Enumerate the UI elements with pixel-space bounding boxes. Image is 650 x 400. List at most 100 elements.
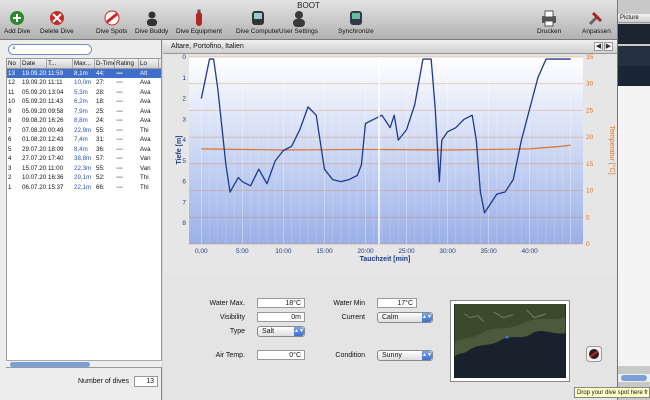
dive-equipment-icon [195,9,202,26]
horizontal-scrollbar[interactable] [6,360,162,367]
cell-date: 29.07.2010 [22,145,47,153]
type-select[interactable]: Salt ▲▼ [257,326,305,337]
water-min-label: Water Min [333,300,365,307]
column-header-no[interactable]: No [7,59,21,68]
depth-axis-label: Tiefe [m] [176,135,183,164]
delete-dive-button[interactable]: Delete Dive [40,9,74,35]
depth-tick-label: 8 [182,220,186,227]
air-temp-label: Air Temp. [215,352,245,359]
cell-date: 09.08.2010 [22,117,47,124]
user-settings-icon [292,11,305,27]
previous-dive-button[interactable]: ◀ [594,42,603,51]
water-max-field[interactable]: 18°C [257,298,305,308]
table-row[interactable]: 8 09.08.201016:26 8,8m 24: ▪▪▪▪▪ Ava [7,116,161,126]
dive-buddy-button[interactable]: Dive Buddy [135,9,168,35]
search-field[interactable]: ⌕ [8,44,92,55]
table-row[interactable]: 10 05.09.201011:43 6,2m 18: ▪▪▪▪▪ Ava [7,97,161,107]
current-select[interactable]: Calm ▲▼ [377,312,433,323]
cell-location: Ava [140,107,151,115]
column-header-rating[interactable]: Rating [115,59,139,68]
dive-spot-icon[interactable] [586,346,602,362]
temperature-tick-label: 25 [586,107,594,114]
thumbnail[interactable] [618,24,650,44]
cell-location: Ava [140,145,151,153]
customize-button[interactable]: Anpassen [582,9,611,35]
background-scrollbar[interactable] [618,374,650,382]
column-header-max-depth[interactable]: Max... [73,59,95,68]
cell-location: Ava [140,88,151,96]
dive-spot-map[interactable] [450,300,570,382]
table-row[interactable]: 2 10.07.201016:36 29,1m 52: ▪▪▪▪▪ Thi [7,173,161,183]
dive-computer-button[interactable]: Dive Computer [236,9,279,35]
scrollbar-thumb[interactable] [621,375,647,381]
cell-rating: ▪▪▪▪▪ [116,126,123,134]
table-row[interactable]: 11 05.09.201013:04 5,3m 28: ▪▪▪▪▪ Ava [7,88,161,98]
cell-time: 00:49 [48,126,64,134]
column-header-time[interactable]: T... [47,59,73,68]
condition-select[interactable]: Sunny ▲▼ [377,350,433,361]
table-row[interactable]: 5 29.07.201018:09 8,4m 36: ▪▪▪▪▪ Ava [7,145,161,155]
number-of-dives-label: Number of dives [78,378,129,385]
cell-max-depth: 29,1m [74,174,92,181]
type-value: Salt [262,328,275,335]
cell-dive-time: 18: [96,98,105,105]
cell-no: 2 [8,174,12,181]
table-row[interactable]: 4 27.07.201017:40 38,8m 57: ▪▪▪▪▪ Van [7,154,161,164]
main-window: BOOT Add Dive Delete Dive Dive Spots Div… [0,0,617,400]
type-label: Type [229,328,245,335]
synchronize-button[interactable]: Synchronize [338,9,374,35]
cell-location: Alt [140,69,148,77]
cell-location: Van [140,164,151,172]
thumbnail[interactable] [618,46,650,66]
cell-max-depth: 22,9m [74,126,92,134]
dive-profile-chart: 012345678 05101520253035 0,00 5:00 10:00 15… [163,54,617,274]
time-tick-label: 30:00 [439,248,456,255]
next-dive-button[interactable]: ▶ [604,42,613,51]
cell-location: Ava [140,79,151,86]
cell-dive-time: 57: [96,155,105,162]
time-tick-label: 25:00 [398,248,415,255]
location-panel: Water Max. 18°C Visibility 0m Type Salt ▲… [163,288,617,400]
depth-tick-label: 7 [182,199,186,206]
table-row[interactable]: 3 15.07.201011:00 22,3m 55: ▪▪▪▪▪ Van [7,164,161,174]
dive-buddy-icon [146,11,157,26]
table-row[interactable]: 7 07.08.201000:49 22,9m 55: ▪▪▪▪▪ Thi [7,126,161,136]
visibility-field[interactable]: 0m [257,312,305,322]
cell-max-depth: 38,8m [74,155,92,162]
column-header-dive-time[interactable]: D-Time [95,59,115,68]
thumbnail[interactable] [618,66,650,86]
cell-max-depth: 6,2m [74,98,88,105]
temperature-tick-label: 0 [586,241,590,248]
cell-rating: ▪▪▪▪▪ [116,136,123,143]
add-dive-button[interactable]: Add Dive [4,9,30,35]
table-row[interactable]: 1 06.07.201015:37 22,1m 66: ▪▪▪▪▪ Thi [7,183,161,193]
cell-rating: ▪▪▪▪▪ [116,183,123,191]
water-min-field[interactable]: 17°C [377,298,417,308]
air-temp-field[interactable]: 0°C [257,350,305,360]
temperature-tick-label: 20 [586,134,594,141]
temperature-tick-label: 10 [586,188,594,195]
cell-date: 07.08.2010 [22,126,47,134]
print-button[interactable]: Drucken [537,9,561,35]
cell-max-depth: 7,4m [74,136,88,143]
dive-spots-button[interactable]: Dive Spots [96,9,127,35]
column-header-date[interactable]: Date [21,59,47,68]
cell-time: 16:26 [48,117,64,124]
cell-date: 19.09.2010 [22,69,47,77]
cell-location: Van [140,155,151,162]
user-settings-button[interactable]: User Settings [279,9,318,35]
cell-time: 11:59 [48,69,64,77]
dive-equipment-button[interactable]: Dive Equipment [176,9,222,35]
table-row[interactable]: 12 19.09.201011:11 10,0m 27: ▪▪▪▪▪ Ava [7,78,161,88]
dive-table: No Date T... Max... D-Time Rating Lo 13 1… [6,58,162,368]
time-tick-label: 20:00 [357,248,374,255]
scrollbar-thumb[interactable] [10,362,90,367]
table-row[interactable]: 9 05.09.201009:58 7,9m 25: ▪▪▪▪▪ Ava [7,107,161,117]
time-tick-label: 5:00 [236,248,249,255]
popup-arrows-icon: ▲▼ [422,351,432,360]
search-input[interactable] [20,45,90,54]
table-row[interactable]: 6 01.08.201012:43 7,4m 31: ▪▪▪▪▪ Ava [7,135,161,145]
column-header-location[interactable]: Lo [139,59,159,68]
depth-tick-label: 1 [182,75,186,82]
table-row[interactable]: 13 19.09.201011:59 8,1m 44: ▪▪▪▪▪ Alt [7,68,161,78]
